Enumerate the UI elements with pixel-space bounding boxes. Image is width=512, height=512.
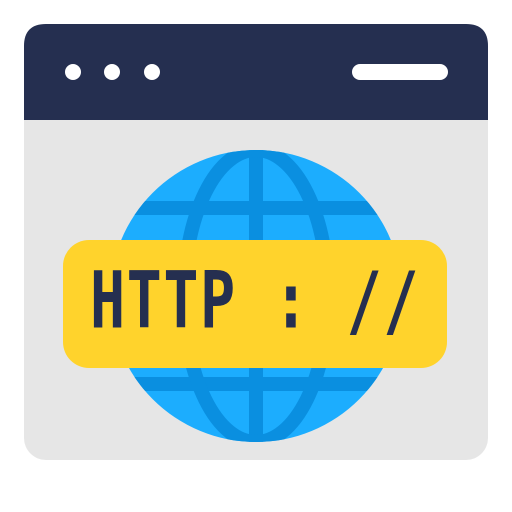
window-dot-3 [144, 64, 160, 80]
window-dot-1 [65, 64, 81, 80]
window-dot-2 [104, 64, 120, 80]
address-bar-pill [352, 64, 448, 80]
http-label-text: HTTP : // [90, 256, 420, 346]
http-browser-icon: HTTP : // [0, 0, 512, 512]
http-browser-svg: HTTP : // [24, 24, 488, 460]
